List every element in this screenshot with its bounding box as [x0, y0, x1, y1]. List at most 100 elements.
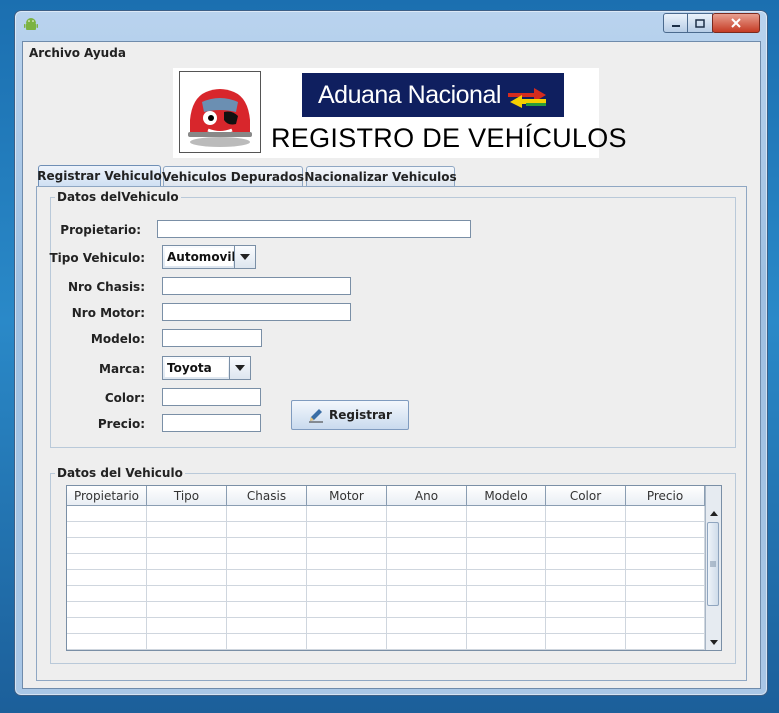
table-cell[interactable]	[147, 618, 227, 633]
table-row[interactable]	[67, 538, 705, 554]
table-cell[interactable]	[467, 570, 546, 585]
modelo-input[interactable]	[162, 329, 262, 347]
chevron-down-icon[interactable]	[229, 357, 250, 379]
table-cell[interactable]	[307, 522, 387, 537]
table-cell[interactable]	[67, 522, 147, 537]
table-cell[interactable]	[227, 554, 307, 569]
table-cell[interactable]	[227, 586, 307, 601]
table-row[interactable]	[67, 522, 705, 538]
table-cell[interactable]	[147, 538, 227, 553]
table-row[interactable]	[67, 586, 705, 602]
table-cell[interactable]	[307, 586, 387, 601]
table-cell[interactable]	[227, 634, 307, 649]
maximize-button[interactable]	[687, 13, 713, 33]
table-cell[interactable]	[147, 522, 227, 537]
table-cell[interactable]	[387, 586, 467, 601]
column-header-ano[interactable]: Ano	[387, 486, 467, 505]
table-cell[interactable]	[387, 554, 467, 569]
table-cell[interactable]	[387, 570, 467, 585]
table-cell[interactable]	[626, 554, 705, 569]
table-cell[interactable]	[467, 602, 546, 617]
table-cell[interactable]	[467, 522, 546, 537]
column-header-motor[interactable]: Motor	[307, 486, 387, 505]
precio-input[interactable]	[162, 414, 261, 432]
table-cell[interactable]	[147, 602, 227, 617]
menu-archivo[interactable]: Archivo	[29, 46, 80, 60]
close-button[interactable]	[712, 13, 760, 33]
table-cell[interactable]	[307, 506, 387, 521]
table-cell[interactable]	[467, 506, 546, 521]
table-cell[interactable]	[67, 586, 147, 601]
table-cell[interactable]	[147, 586, 227, 601]
table-cell[interactable]	[67, 618, 147, 633]
table-cell[interactable]	[626, 634, 705, 649]
menu-ayuda[interactable]: Ayuda	[84, 46, 126, 60]
table-cell[interactable]	[147, 554, 227, 569]
minimize-button[interactable]	[663, 13, 689, 33]
title-bar[interactable]	[15, 11, 767, 37]
table-cell[interactable]	[467, 554, 546, 569]
table-cell[interactable]	[67, 570, 147, 585]
table-cell[interactable]	[387, 618, 467, 633]
table-cell[interactable]	[387, 538, 467, 553]
table-cell[interactable]	[67, 634, 147, 649]
table-cell[interactable]	[387, 602, 467, 617]
table-cell[interactable]	[626, 522, 705, 537]
table-cell[interactable]	[546, 586, 626, 601]
table-cell[interactable]	[67, 538, 147, 553]
tipo-vehiculo-select[interactable]: Automovil	[162, 245, 256, 269]
marca-select[interactable]: Toyota	[162, 356, 251, 380]
table-row[interactable]	[67, 618, 705, 634]
table-cell[interactable]	[67, 602, 147, 617]
vehicles-table[interactable]: Propietario Tipo Chasis Motor Ano Modelo…	[66, 485, 722, 651]
table-cell[interactable]	[626, 538, 705, 553]
propietario-input[interactable]	[157, 220, 471, 238]
column-header-propietario[interactable]: Propietario	[67, 486, 147, 505]
table-scrollbar[interactable]	[705, 486, 721, 650]
scroll-down-icon[interactable]	[706, 635, 721, 650]
table-cell[interactable]	[626, 602, 705, 617]
scrollbar-thumb[interactable]	[707, 522, 719, 606]
table-cell[interactable]	[307, 618, 387, 633]
scroll-up-icon[interactable]	[706, 506, 721, 521]
table-cell[interactable]	[546, 538, 626, 553]
table-cell[interactable]	[227, 618, 307, 633]
tab-nacionalizar-vehiculos[interactable]: Nacionalizar Vehiculos	[304, 166, 457, 186]
chevron-down-icon[interactable]	[234, 246, 255, 268]
table-cell[interactable]	[307, 602, 387, 617]
table-cell[interactable]	[147, 506, 227, 521]
table-cell[interactable]	[387, 506, 467, 521]
nro-motor-input[interactable]	[162, 303, 351, 321]
table-cell[interactable]	[387, 634, 467, 649]
table-row[interactable]	[67, 570, 705, 586]
tab-vehiculos-depurados[interactable]: Vehiculos Depurados	[162, 166, 304, 186]
table-row[interactable]	[67, 634, 705, 650]
table-cell[interactable]	[546, 506, 626, 521]
table-cell[interactable]	[147, 570, 227, 585]
table-cell[interactable]	[626, 586, 705, 601]
table-cell[interactable]	[147, 634, 227, 649]
column-header-precio[interactable]: Precio	[626, 486, 705, 505]
table-cell[interactable]	[626, 618, 705, 633]
table-cell[interactable]	[227, 538, 307, 553]
table-cell[interactable]	[227, 506, 307, 521]
nro-chasis-input[interactable]	[162, 277, 351, 295]
table-cell[interactable]	[307, 570, 387, 585]
table-cell[interactable]	[307, 538, 387, 553]
table-row[interactable]	[67, 554, 705, 570]
table-cell[interactable]	[546, 602, 626, 617]
table-cell[interactable]	[227, 570, 307, 585]
table-cell[interactable]	[307, 554, 387, 569]
table-cell[interactable]	[626, 570, 705, 585]
table-cell[interactable]	[467, 618, 546, 633]
table-row[interactable]	[67, 506, 705, 522]
table-cell[interactable]	[307, 634, 387, 649]
tab-registrar-vehiculo[interactable]: Registrar Vehiculo	[37, 165, 162, 186]
column-header-modelo[interactable]: Modelo	[467, 486, 546, 505]
table-cell[interactable]	[227, 522, 307, 537]
table-cell[interactable]	[467, 538, 546, 553]
table-cell[interactable]	[626, 506, 705, 521]
column-header-tipo[interactable]: Tipo	[147, 486, 227, 505]
column-header-chasis[interactable]: Chasis	[227, 486, 307, 505]
table-cell[interactable]	[546, 634, 626, 649]
